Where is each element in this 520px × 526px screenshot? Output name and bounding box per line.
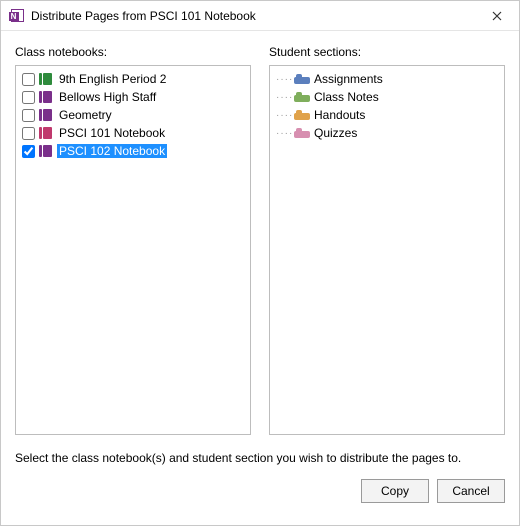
student-sections-column: Student sections: ···· Assignments ···· Cla… — [269, 45, 505, 435]
titlebar: N Distribute Pages from PSCI 101 Noteboo… — [1, 1, 519, 31]
copy-button[interactable]: Copy — [361, 479, 429, 503]
section-tab-icon — [294, 110, 310, 120]
student-section-row[interactable]: ···· Quizzes — [272, 124, 502, 142]
student-section-row[interactable]: ···· Assignments — [272, 70, 502, 88]
class-notebooks-column: Class notebooks: 9th English Period 2 Bel… — [15, 45, 251, 435]
class-notebook-row[interactable]: Bellows High Staff — [18, 88, 248, 106]
notebook-icon — [39, 73, 53, 85]
section-tab-icon — [294, 92, 310, 102]
student-section-label: Handouts — [314, 108, 365, 122]
window-title: Distribute Pages from PSCI 101 Notebook — [31, 9, 475, 23]
close-button[interactable] — [475, 1, 519, 31]
class-notebook-checkbox[interactable] — [22, 109, 35, 122]
section-tab-icon — [294, 128, 310, 138]
student-sections-panel[interactable]: ···· Assignments ···· Class Notes ···· Handou… — [269, 65, 505, 435]
student-sections-label: Student sections: — [269, 45, 505, 59]
close-icon — [492, 11, 502, 21]
class-notebook-checkbox[interactable] — [22, 73, 35, 86]
notebook-icon — [39, 145, 53, 157]
student-section-label: Quizzes — [314, 126, 357, 140]
notebook-icon — [39, 91, 53, 103]
class-notebook-row[interactable]: PSCI 102 Notebook — [18, 142, 248, 160]
dialog-body: Class notebooks: 9th English Period 2 Bel… — [1, 31, 519, 465]
class-notebook-label: PSCI 101 Notebook — [57, 126, 167, 140]
class-notebook-label: Geometry — [57, 108, 114, 122]
student-section-label: Class Notes — [314, 90, 379, 104]
notebook-icon — [39, 109, 53, 121]
tree-connector-icon: ···· — [276, 92, 290, 103]
class-notebook-label: Bellows High Staff — [57, 90, 158, 104]
onenote-icon: N — [9, 8, 25, 24]
class-notebook-label: PSCI 102 Notebook — [57, 144, 167, 158]
dialog-footer: Copy Cancel — [1, 465, 519, 517]
class-notebook-row[interactable]: Geometry — [18, 106, 248, 124]
class-notebooks-panel[interactable]: 9th English Period 2 Bellows High Staff Ge… — [15, 65, 251, 435]
student-section-row[interactable]: ···· Class Notes — [272, 88, 502, 106]
student-section-row[interactable]: ···· Handouts — [272, 106, 502, 124]
helper-text: Select the class notebook(s) and student… — [15, 451, 505, 465]
class-notebook-checkbox[interactable] — [22, 91, 35, 104]
tree-connector-icon: ···· — [276, 128, 290, 139]
class-notebook-label: 9th English Period 2 — [57, 72, 168, 86]
class-notebook-checkbox[interactable] — [22, 127, 35, 140]
class-notebooks-label: Class notebooks: — [15, 45, 251, 59]
notebook-icon — [39, 127, 53, 139]
class-notebook-row[interactable]: PSCI 101 Notebook — [18, 124, 248, 142]
class-notebook-checkbox[interactable] — [22, 145, 35, 158]
tree-connector-icon: ···· — [276, 74, 290, 85]
student-section-label: Assignments — [314, 72, 383, 86]
cancel-button[interactable]: Cancel — [437, 479, 505, 503]
class-notebook-row[interactable]: 9th English Period 2 — [18, 70, 248, 88]
tree-connector-icon: ···· — [276, 110, 290, 121]
section-tab-icon — [294, 74, 310, 84]
